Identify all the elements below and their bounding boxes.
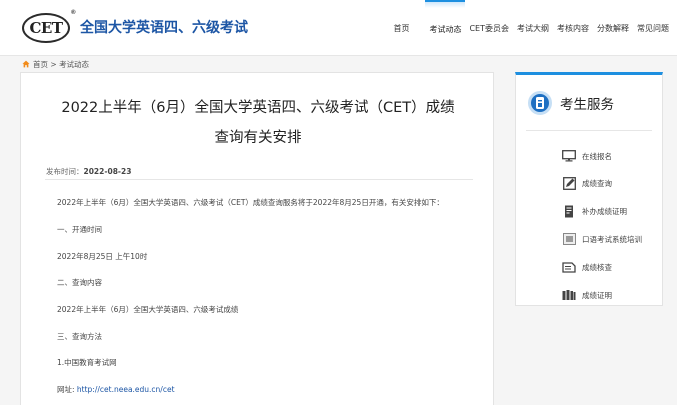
main-nav: 首页 考试动态 CET委员会 考试大纲 考核内容 分数解释 常见问题 xyxy=(389,0,673,56)
service-reissue-certificate[interactable]: 补办成绩证明 xyxy=(562,203,627,219)
service-oral-exam-training[interactable]: 口语考试系统培训 xyxy=(562,231,642,247)
breadcrumb: 首页 > 考试动态 xyxy=(22,58,89,70)
nav-label: 考核内容 xyxy=(557,23,589,33)
nav-cet-committee[interactable]: CET委员会 xyxy=(465,0,513,56)
service-label: 在线报名 xyxy=(582,151,612,161)
training-icon xyxy=(562,232,576,246)
nav-label: 常见问题 xyxy=(637,23,669,33)
service-label: 补办成绩证明 xyxy=(582,206,627,216)
url-label: 网址: xyxy=(57,385,77,394)
paragraph: 2022年上半年（6月）全国大学英语四、六级考试（CET）成绩查询服务将于202… xyxy=(57,198,444,207)
nav-score-explain[interactable]: 分数解释 xyxy=(593,0,633,56)
nav-home[interactable]: 首页 xyxy=(389,0,413,56)
breadcrumb-home[interactable]: 首页 xyxy=(33,59,48,70)
article-title: 2022上半年（6月）全国大学英语四、六级考试（CET）成绩 查询有关安排 xyxy=(21,93,495,153)
info-icon xyxy=(528,91,552,115)
nav-label: 考试大纲 xyxy=(517,23,549,33)
edit-icon xyxy=(562,176,576,190)
divider xyxy=(526,130,652,131)
service-online-registration[interactable]: 在线报名 xyxy=(562,148,612,164)
article-panel: 2022上半年（6月）全国大学英语四、六级考试（CET）成绩 查询有关安排 发布… xyxy=(20,72,494,405)
article-title-line: 2022上半年（6月）全国大学英语四、六级考试（CET）成绩 xyxy=(61,100,455,116)
service-score-review[interactable]: 成绩核查 xyxy=(562,259,612,275)
book-icon xyxy=(562,288,576,302)
nav-label: 首页 xyxy=(393,23,410,33)
publish-date-value: 2022-08-23 xyxy=(83,167,132,176)
cet-logo[interactable]: CET ® xyxy=(22,10,75,43)
paragraph: 2022年上半年（6月）全国大学英语四、六级考试成绩 xyxy=(57,305,239,314)
paragraph: 一、开通时间 xyxy=(57,225,102,234)
monitor-icon xyxy=(562,149,576,163)
url-paragraph: 网址: http://cet.neea.edu.cn/cet xyxy=(57,384,175,395)
paragraph: 2022年8月25日 上午10时 xyxy=(57,252,148,261)
publish-date: 发布时间：2022-08-23 xyxy=(46,166,131,177)
nav-label: CET委员会 xyxy=(469,23,509,33)
certificate-icon xyxy=(562,204,576,218)
nav-syllabus[interactable]: 考试大纲 xyxy=(513,0,553,56)
nav-content[interactable]: 考核内容 xyxy=(553,0,593,56)
home-icon xyxy=(22,60,30,68)
paragraph: 二、查询内容 xyxy=(57,278,102,287)
article-title-line: 查询有关安排 xyxy=(214,130,302,146)
nav-exam-news[interactable]: 考试动态 xyxy=(425,0,466,56)
candidate-services-panel: 考生服务 在线报名 成绩查询 补办成绩证明 口语考试系统培训 成绩核查 成绩证明 xyxy=(515,72,663,306)
service-label: 成绩查询 xyxy=(582,178,612,188)
breadcrumb-separator: > xyxy=(48,59,60,69)
divider xyxy=(45,179,473,180)
nav-label: 分数解释 xyxy=(597,23,629,33)
nav-label: 考试动态 xyxy=(429,24,462,34)
publish-date-label: 发布时间： xyxy=(46,167,84,176)
result-site-link[interactable]: http://cet.neea.edu.cn/cet xyxy=(77,385,175,394)
service-score-query[interactable]: 成绩查询 xyxy=(562,175,612,191)
service-label: 成绩证明 xyxy=(582,290,612,300)
nav-faq[interactable]: 常见问题 xyxy=(633,0,673,56)
logo-text: CET xyxy=(29,19,63,37)
registered-mark: ® xyxy=(71,10,75,16)
site-header: CET ® 全国大学英语四、六级考试 首页 考试动态 CET委员会 考试大纲 考… xyxy=(0,0,677,56)
breadcrumb-current[interactable]: 考试动态 xyxy=(59,59,89,70)
check-icon xyxy=(562,260,576,274)
paragraph: 三、查询方法 xyxy=(57,332,102,341)
service-score-certificate[interactable]: 成绩证明 xyxy=(562,287,612,303)
service-label: 成绩核查 xyxy=(582,262,612,272)
site-title[interactable]: 全国大学英语四、六级考试 xyxy=(80,17,248,37)
service-label: 口语考试系统培训 xyxy=(582,234,642,244)
services-header: 考生服务 xyxy=(528,91,614,115)
paragraph: 1.中国教育考试网 xyxy=(57,358,117,367)
services-title: 考生服务 xyxy=(560,97,614,113)
